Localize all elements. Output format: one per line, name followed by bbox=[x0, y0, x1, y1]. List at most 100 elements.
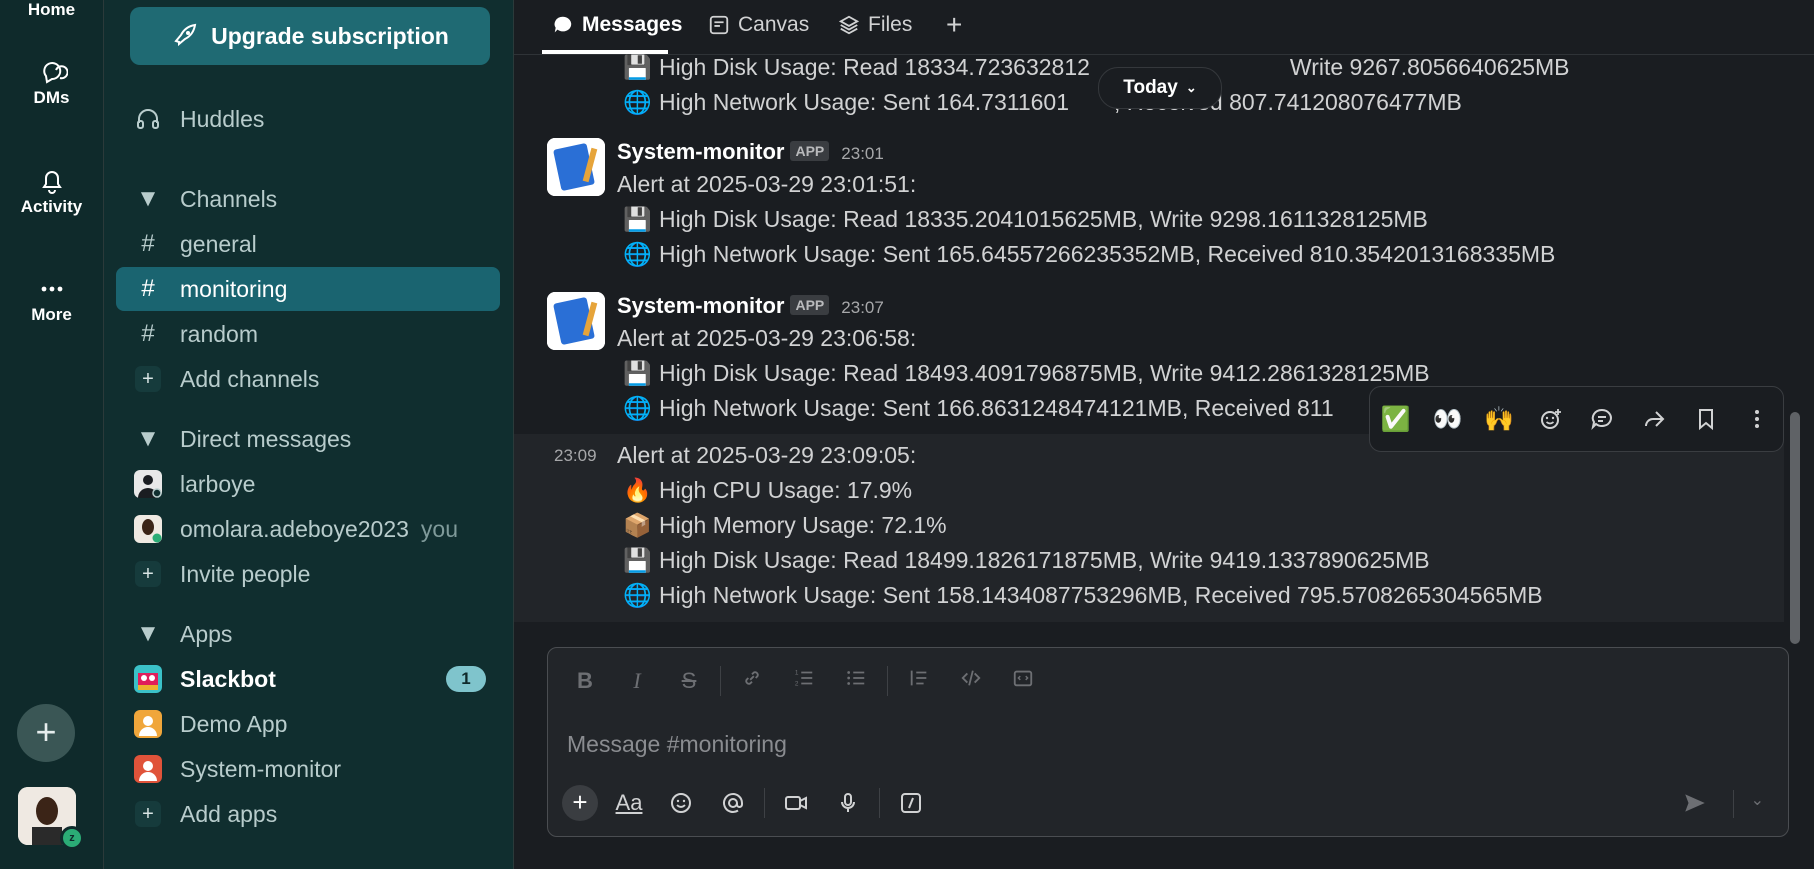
add-channels-button[interactable]: + Add channels bbox=[116, 357, 500, 401]
rail-home[interactable]: Home bbox=[0, 0, 103, 20]
message-line-disk: 💾 High Disk Usage: Read 18493.4091796875M… bbox=[623, 360, 1430, 386]
message-list-scrollbar[interactable] bbox=[1790, 412, 1800, 644]
message-timestamp[interactable]: 23:01 bbox=[841, 144, 884, 163]
toolbar-divider bbox=[720, 666, 721, 696]
channel-sidebar: Upgrade subscription Huddles ▼ Channels … bbox=[104, 0, 514, 869]
date-divider-today-button[interactable]: Today ⌄ bbox=[1098, 67, 1222, 109]
chevron-down-icon[interactable]: ⌄ bbox=[1751, 790, 1764, 810]
plus-icon: + bbox=[135, 366, 161, 392]
canvas-icon bbox=[709, 15, 729, 35]
channels-section-header[interactable]: ▼ Channels bbox=[116, 177, 500, 221]
sidebar-item-random[interactable]: # random bbox=[116, 312, 500, 356]
add-apps-button[interactable]: + Add apps bbox=[116, 792, 500, 836]
add-tab-button[interactable]: + bbox=[946, 0, 962, 50]
bulleted-list-icon[interactable] bbox=[835, 667, 877, 695]
message-actions-toolbar: ✅ 👀 🙌 bbox=[1369, 386, 1784, 452]
sidebar-item-monitoring[interactable]: # monitoring bbox=[116, 267, 500, 311]
dm-label: omolara.adeboye2023 bbox=[180, 515, 409, 542]
floppy-disk-icon: 💾 bbox=[623, 547, 652, 573]
composer-actions: + Aa bbox=[562, 784, 932, 822]
add-channels-label: Add channels bbox=[180, 365, 320, 392]
rail-activity-label: Activity bbox=[20, 197, 83, 216]
app-tag: APP bbox=[790, 141, 830, 161]
sidebar-item-system-monitor[interactable]: System-monitor bbox=[116, 747, 500, 791]
channel-tabs: Messages Canvas Files + bbox=[514, 0, 1814, 55]
tab-canvas-label: Canvas bbox=[738, 13, 810, 36]
rail-dms-label: DMs bbox=[33, 88, 70, 107]
bookmark-icon[interactable] bbox=[1688, 401, 1724, 437]
user-avatar-icon bbox=[130, 515, 166, 543]
workspace-rail: Home DMs Activity More + z bbox=[0, 0, 104, 869]
sidebar-item-dm-self[interactable]: omolara.adeboye2023 you bbox=[116, 507, 500, 551]
slackbot-icon bbox=[130, 665, 166, 693]
app-label: Demo App bbox=[180, 710, 288, 737]
you-suffix: you bbox=[420, 515, 458, 542]
message-text: Alert at 2025-03-29 23:01:51: bbox=[617, 171, 917, 197]
microphone-icon[interactable] bbox=[827, 784, 869, 822]
sidebar-item-general[interactable]: # general bbox=[116, 222, 500, 266]
rail-more[interactable]: More bbox=[0, 273, 103, 325]
today-label: Today bbox=[1123, 77, 1178, 98]
blockquote-icon[interactable] bbox=[898, 667, 940, 695]
eyes-reaction-icon[interactable]: 👀 bbox=[1429, 401, 1465, 437]
caret-down-icon: ▼ bbox=[136, 185, 160, 212]
sidebar-item-dm-larboye[interactable]: larboye bbox=[116, 462, 500, 506]
upgrade-subscription-button[interactable]: Upgrade subscription bbox=[130, 7, 490, 65]
strikethrough-icon[interactable]: S bbox=[668, 668, 710, 694]
app-label: Slackbot bbox=[180, 665, 276, 692]
video-camera-icon[interactable] bbox=[775, 784, 817, 822]
raised-hands-reaction-icon[interactable]: 🙌 bbox=[1481, 401, 1517, 437]
app-avatar-notebook-icon[interactable] bbox=[547, 292, 605, 350]
rail-dms[interactable]: DMs bbox=[0, 56, 103, 108]
sender-name[interactable]: System-monitor bbox=[617, 139, 784, 164]
forward-icon[interactable] bbox=[1636, 401, 1672, 437]
message-timestamp[interactable]: 23:07 bbox=[841, 298, 884, 317]
upgrade-label: Upgrade subscription bbox=[211, 22, 449, 49]
check-mark-reaction-icon[interactable]: ✅ bbox=[1378, 401, 1414, 437]
slash-command-icon[interactable] bbox=[890, 784, 932, 822]
sender-name[interactable]: System-monitor bbox=[617, 293, 784, 318]
attach-plus-button[interactable]: + bbox=[562, 785, 598, 821]
add-reaction-icon[interactable] bbox=[1533, 401, 1569, 437]
send-icon[interactable] bbox=[1682, 790, 1708, 822]
dm-section-header[interactable]: ▼ Direct messages bbox=[116, 417, 500, 461]
code-icon[interactable] bbox=[950, 667, 992, 695]
message-text: Alert at 2025-03-29 23:06:58: bbox=[617, 325, 917, 351]
emoji-icon[interactable] bbox=[660, 784, 702, 822]
more-vertical-icon[interactable] bbox=[1739, 401, 1775, 437]
add-workspace-button[interactable]: + bbox=[17, 704, 75, 762]
rail-activity[interactable]: Activity bbox=[0, 165, 103, 217]
italic-icon[interactable]: I bbox=[616, 668, 658, 694]
code-block-icon[interactable] bbox=[1002, 667, 1044, 695]
sidebar-item-slackbot[interactable]: Slackbot 1 bbox=[116, 657, 500, 701]
tab-canvas[interactable]: Canvas bbox=[708, 0, 809, 50]
package-icon: 📦 bbox=[623, 512, 652, 538]
app-tag: APP bbox=[790, 295, 830, 315]
app-avatar-notebook-icon[interactable] bbox=[547, 138, 605, 196]
app-label: System-monitor bbox=[180, 755, 342, 782]
rocket-icon bbox=[174, 23, 197, 47]
message-input[interactable]: Message #monitoring bbox=[567, 731, 787, 758]
reply-thread-icon[interactable] bbox=[1584, 401, 1620, 437]
sidebar-item-demo-app[interactable]: Demo App bbox=[116, 702, 500, 746]
formatting-toggle-button[interactable]: Aa bbox=[608, 784, 650, 822]
link-icon[interactable] bbox=[731, 667, 773, 695]
bell-icon bbox=[41, 171, 62, 194]
toolbar-divider bbox=[879, 788, 880, 818]
message-timestamp[interactable]: 23:09 bbox=[554, 446, 597, 466]
message-line-network: 🌐 High Network Usage: Sent 164.7311601, R… bbox=[623, 89, 1462, 115]
more-horizontal-icon bbox=[41, 286, 62, 292]
mention-icon[interactable] bbox=[712, 784, 754, 822]
invite-people-button[interactable]: + Invite people bbox=[116, 552, 500, 596]
sidebar-item-huddles[interactable]: Huddles bbox=[116, 97, 500, 141]
apps-section-header[interactable]: ▼ Apps bbox=[116, 612, 500, 656]
tab-files-label: Files bbox=[868, 13, 913, 36]
tab-files[interactable]: Files bbox=[838, 0, 912, 50]
ordered-list-icon[interactable]: 12 bbox=[783, 667, 825, 695]
tab-messages[interactable]: Messages bbox=[552, 0, 682, 50]
caret-down-icon: ▼ bbox=[136, 620, 160, 647]
dm-header-label: Direct messages bbox=[180, 425, 352, 452]
bold-icon[interactable]: B bbox=[564, 668, 606, 694]
rail-home-label: Home bbox=[27, 0, 76, 19]
dms-icon bbox=[42, 62, 68, 84]
